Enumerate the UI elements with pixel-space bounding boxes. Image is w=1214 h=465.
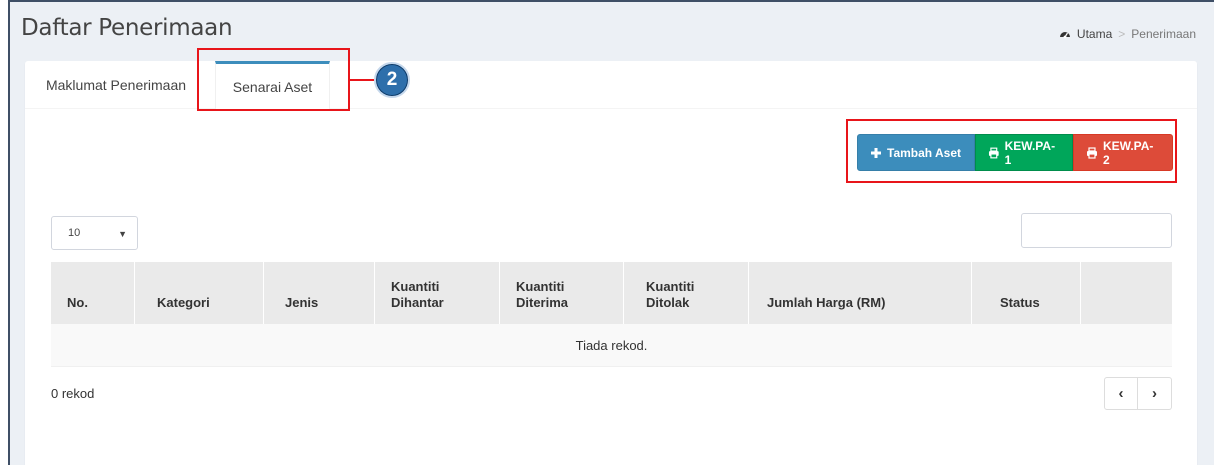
- previous-page-button[interactable]: ‹: [1104, 377, 1138, 410]
- chevron-down-icon: ▼: [118, 229, 127, 239]
- step-badge: 2: [374, 62, 410, 98]
- print-icon: [1086, 146, 1097, 159]
- dashboard-icon: [1059, 32, 1070, 39]
- page-length-value: 10: [68, 227, 81, 239]
- table-header: No. Kategori Jenis Kuantiti Dihantar Kua…: [51, 262, 1172, 324]
- plus-icon: [871, 147, 881, 158]
- record-count: 0 rekod: [51, 386, 95, 401]
- column-header-status[interactable]: Status: [972, 262, 1081, 324]
- breadcrumb-home[interactable]: Utama: [1077, 27, 1112, 41]
- table-empty-row: Tiada rekod.: [51, 324, 1172, 367]
- tab-label: Maklumat Penerimaan: [45, 77, 187, 93]
- print-kewpa2-button[interactable]: KEW.PA-2: [1073, 134, 1173, 171]
- add-asset-button[interactable]: Tambah Aset: [857, 134, 975, 171]
- page-title: Daftar Penerimaan: [21, 15, 233, 41]
- print-kewpa1-label: KEW.PA-1: [1004, 138, 1056, 167]
- action-button-group: Tambah Aset KEW.PA-1 KEW.PA-2: [857, 134, 1173, 171]
- column-header-kuantiti-ditolak[interactable]: Kuantiti Ditolak: [624, 262, 749, 324]
- next-page-button[interactable]: ›: [1138, 377, 1172, 410]
- column-header-kategori[interactable]: Kategori: [135, 262, 264, 324]
- tab-maklumat-penerimaan[interactable]: Maklumat Penerimaan: [37, 61, 195, 109]
- highlight-connector: [350, 79, 374, 81]
- breadcrumb-separator: >: [1118, 27, 1126, 41]
- column-header-jenis[interactable]: Jenis: [264, 262, 375, 324]
- breadcrumb-current: Penerimaan: [1131, 27, 1196, 41]
- print-kewpa1-button[interactable]: KEW.PA-1: [975, 134, 1073, 171]
- print-icon: [988, 147, 999, 158]
- column-header-jumlah-harga[interactable]: Jumlah Harga (RM): [749, 262, 972, 324]
- column-header-kuantiti-diterima[interactable]: Kuantiti Diterima: [500, 262, 624, 324]
- chevron-left-icon: ‹: [1118, 385, 1124, 402]
- search-input[interactable]: [1021, 213, 1172, 248]
- print-kewpa2-label: KEW.PA-2: [1102, 138, 1154, 167]
- pagination: ‹ ›: [1104, 377, 1172, 410]
- highlight-tab-box: [197, 48, 350, 111]
- add-asset-label: Tambah Aset: [887, 145, 962, 160]
- column-header-actions: [1081, 262, 1172, 324]
- page-length-select[interactable]: 10 ▼: [51, 216, 138, 250]
- empty-message: Tiada rekod.: [575, 337, 648, 353]
- breadcrumb: Utama > Penerimaan: [1059, 27, 1196, 41]
- column-header-kuantiti-dihantar[interactable]: Kuantiti Dihantar: [375, 262, 500, 324]
- chevron-right-icon: ›: [1152, 385, 1157, 402]
- column-header-no[interactable]: No.: [51, 262, 135, 324]
